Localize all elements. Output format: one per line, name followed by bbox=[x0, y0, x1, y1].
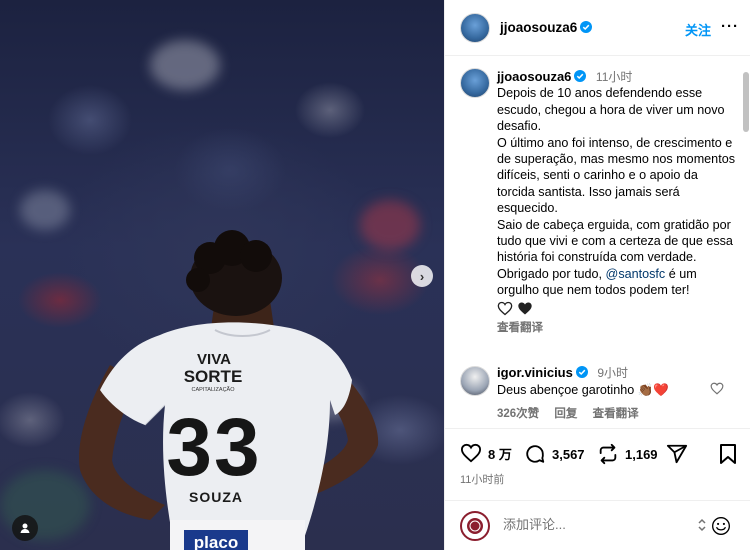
reposts-count: 1,169 bbox=[625, 446, 658, 462]
follow-button[interactable]: 关注 bbox=[685, 20, 711, 39]
comment-translate-link[interactable]: 查看翻译 bbox=[593, 408, 639, 420]
caption-text: Depois de 10 anos defendendo esse escudo… bbox=[497, 86, 735, 281]
verified-icon bbox=[580, 21, 593, 33]
comments-scrollbar[interactable] bbox=[743, 64, 749, 424]
comment-icon bbox=[526, 445, 545, 463]
repost-button[interactable]: 1,169 bbox=[597, 443, 658, 465]
comment-time: 9小时 bbox=[597, 366, 629, 380]
comment-username[interactable]: igor.vinicius bbox=[497, 365, 573, 380]
caption-translate-link[interactable]: 查看翻译 bbox=[497, 320, 737, 336]
comments-count: 3,567 bbox=[552, 446, 585, 462]
emoji-icon[interactable] bbox=[711, 516, 731, 536]
comment-reply-button[interactable]: 回复 bbox=[554, 408, 577, 420]
post-photo[interactable]: VIVA SORTE CAPITALIZAÇÃO 33 SOUZA placo … bbox=[0, 0, 444, 550]
next-image-button[interactable]: › bbox=[411, 265, 433, 287]
scrollbar-thumb[interactable] bbox=[743, 72, 749, 132]
comment-text: Deus abençoe garotinho 👏🏾❤️ bbox=[497, 382, 670, 397]
tag-user-icon bbox=[20, 523, 30, 533]
chevron-up-down-icon[interactable] bbox=[698, 518, 706, 532]
black-heart-icon bbox=[517, 302, 532, 315]
white-heart-icon bbox=[497, 301, 513, 316]
author-avatar[interactable] bbox=[460, 13, 490, 43]
add-comment-bar bbox=[445, 500, 750, 550]
action-bar: 8 万 3,567 1,169 11小时前 bbox=[445, 428, 750, 488]
club-crest-icon bbox=[467, 518, 483, 534]
comments-section[interactable]: jjoaosouza6 11小时 Depois de 10 anos defen… bbox=[445, 56, 750, 428]
verified-icon bbox=[575, 366, 588, 378]
save-button[interactable] bbox=[719, 443, 743, 465]
current-user-avatar bbox=[460, 511, 490, 541]
post-header: jjoaosouza6 关注 ··· bbox=[445, 0, 750, 56]
mention-link[interactable]: @santosfc bbox=[606, 267, 666, 281]
jersey-number: 33 bbox=[166, 402, 261, 493]
more-options-button[interactable]: ··· bbox=[721, 18, 739, 35]
commenter-avatar[interactable] bbox=[460, 366, 490, 396]
jersey-sponsor-line2: SORTE bbox=[184, 367, 243, 386]
caption-emojis bbox=[497, 301, 737, 317]
verified-icon bbox=[574, 70, 587, 82]
comment-likes[interactable]: 326次赞 bbox=[497, 408, 539, 420]
share-button[interactable] bbox=[666, 443, 694, 465]
like-button[interactable]: 8 万 bbox=[460, 443, 512, 463]
tagged-users-button[interactable] bbox=[12, 515, 38, 541]
caption-time: 11小时 bbox=[595, 70, 633, 84]
likes-count: 8 万 bbox=[488, 446, 512, 462]
author-username[interactable]: jjoaosouza6 bbox=[500, 20, 577, 35]
caption-username[interactable]: jjoaosouza6 bbox=[497, 69, 571, 84]
jersey-bottom-sponsor: placo bbox=[194, 533, 238, 550]
comment-button[interactable]: 3,567 bbox=[524, 443, 585, 465]
jersey-name: SOUZA bbox=[189, 489, 243, 505]
comment-like-heart-icon[interactable] bbox=[710, 382, 724, 395]
repost-icon bbox=[599, 443, 617, 465]
comment-input[interactable] bbox=[503, 517, 683, 532]
bookmark-icon bbox=[720, 444, 736, 464]
player-figure: VIVA SORTE CAPITALIZAÇÃO 33 SOUZA placo bbox=[79, 230, 379, 550]
caption-avatar[interactable] bbox=[460, 68, 490, 98]
chevron-right-icon: › bbox=[419, 268, 425, 284]
jersey-sponsor-line1: VIVA bbox=[197, 351, 231, 368]
share-icon bbox=[666, 444, 688, 464]
heart-icon bbox=[460, 443, 482, 463]
post-panel: jjoaosouza6 关注 ··· jjoaosouza6 11小时 Depo… bbox=[444, 0, 750, 550]
post-timestamp[interactable]: 11小时前 bbox=[460, 471, 504, 487]
jersey-sponsor-sub: CAPITALIZAÇÃO bbox=[192, 386, 236, 393]
